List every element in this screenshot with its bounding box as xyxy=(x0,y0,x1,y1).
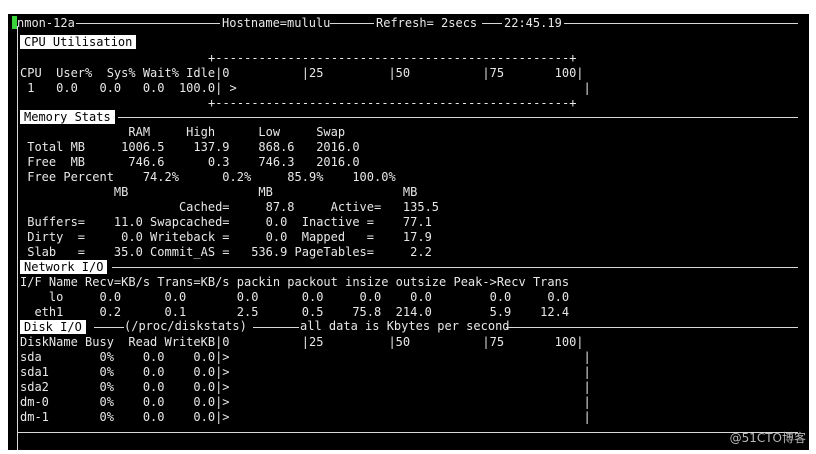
screenshot-page: nmon-12a Hostname=mululu Refresh= 2secs … xyxy=(0,0,816,454)
memory-line: Free MB 746.6 0.3 746.3 2016.0 xyxy=(20,155,360,169)
disk-header: DiskName Busy Read WriteKB|0 |25 |50 |75… xyxy=(20,335,584,349)
cpu-header: CPU User% Sys% Wait% Idle|0 |25 |50 |75 … xyxy=(20,66,584,80)
disk-subtitle-note: all data is Kbytes per second xyxy=(300,319,510,333)
program-name: nmon-12a xyxy=(17,16,75,30)
section-memory-stats: Memory Stats xyxy=(20,110,115,124)
refresh-label: Refresh= 2secs xyxy=(376,16,478,30)
header-rule-3 xyxy=(482,23,502,24)
memory-line: Slab = 35.0 Commit_AS = 536.9 PageTables… xyxy=(20,245,432,259)
section-network-io: Network I/O xyxy=(20,260,108,274)
network-rule xyxy=(112,267,798,268)
section-disk-io: Disk I/O xyxy=(20,320,86,334)
terminal-window[interactable]: nmon-12a Hostname=mululu Refresh= 2secs … xyxy=(8,14,809,450)
disk-rule-1 xyxy=(94,327,124,328)
header-rule-1 xyxy=(76,23,220,24)
memory-line: Total MB 1006.5 137.9 868.6 2016.0 xyxy=(20,140,360,154)
left-border-line xyxy=(17,26,18,450)
cpu-scale-bottom: +---------------------------------------… xyxy=(208,96,577,110)
network-line: lo 0.0 0.0 0.0 0.0 0.0 0.0 0.0 0.0 xyxy=(20,290,570,304)
memory-line: MB MB MB xyxy=(20,185,418,199)
network-line: eth1 0.2 0.1 2.5 0.5 75.8 214.0 5.9 12.4 xyxy=(20,305,570,319)
memory-line: RAM High Low Swap xyxy=(20,125,346,139)
cpu-row-1: 1 0.0 0.0 0.0 100.0| > | xyxy=(20,81,591,95)
disk-row: sda 0% 0.0 0.0|> | xyxy=(20,350,591,364)
disk-row: dm-0 0% 0.0 0.0|> | xyxy=(20,395,591,409)
section-cpu-utilisation: CPU Utilisation xyxy=(20,35,137,49)
clock-time: 22:45.19 xyxy=(504,16,562,30)
memory-line: Free Percent 74.2% 0.2% 85.9% 100.0% xyxy=(20,170,396,184)
header-rule-2 xyxy=(330,23,374,24)
bottom-border-line xyxy=(18,432,798,433)
disk-rule-3 xyxy=(506,327,798,328)
memory-line: Buffers= 11.0 Swapcached= 0.0 Inactive =… xyxy=(20,215,432,229)
disk-subtitle: (/proc/diskstats) xyxy=(124,319,247,333)
hostname-label: Hostname=mululu xyxy=(222,16,331,30)
network-line: I/F Name Recv=KB/s Trans=KB/s packin pac… xyxy=(20,275,570,289)
memory-rule xyxy=(118,117,798,118)
memory-line: Cached= 87.8 Active= 135.5 xyxy=(20,200,440,214)
cpu-scale-top: +---------------------------------------… xyxy=(208,51,577,65)
disk-rule-2 xyxy=(253,327,299,328)
memory-line: Dirty = 0.0 Writeback = 0.0 Mapped = 17.… xyxy=(20,230,432,244)
disk-row: sda2 0% 0.0 0.0|> | xyxy=(20,380,591,394)
watermark-text: @51CTO博客 xyxy=(729,431,806,445)
disk-row: dm-1 0% 0.0 0.0|> | xyxy=(20,410,591,424)
header-rule-4 xyxy=(564,23,798,24)
disk-row: sda1 0% 0.0 0.0|> | xyxy=(20,365,591,379)
